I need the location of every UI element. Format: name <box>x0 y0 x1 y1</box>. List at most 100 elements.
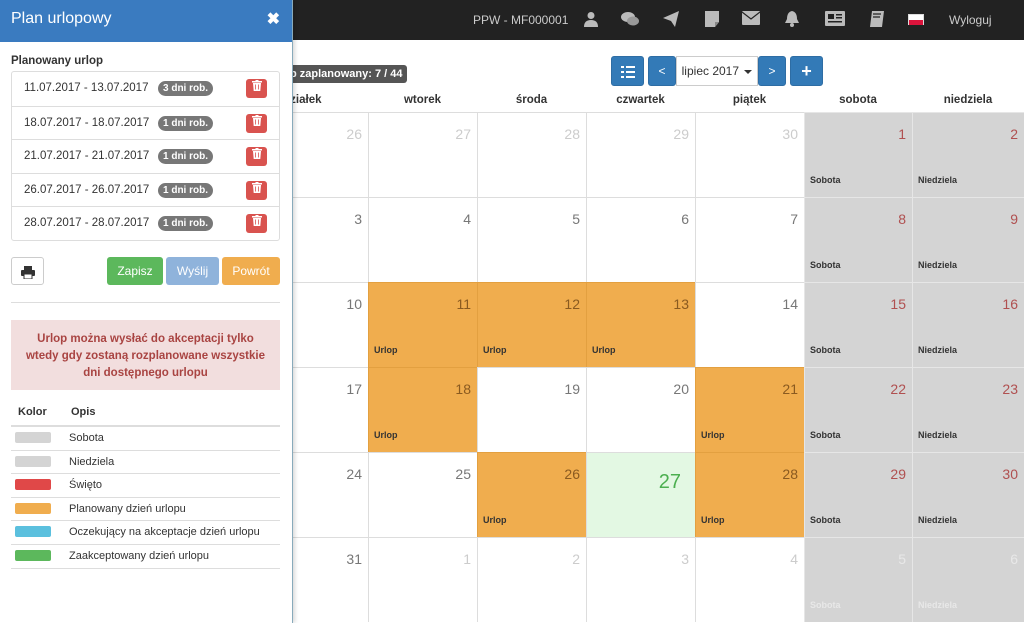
day-number: 8 <box>898 211 906 227</box>
trash-icon[interactable] <box>246 180 267 200</box>
legend-row: Zaakceptowany dzień urlopu <box>11 545 280 569</box>
calendar-day[interactable]: 16 Niedziela <box>912 282 1024 367</box>
trash-icon[interactable] <box>246 214 267 234</box>
calendar-day[interactable]: 5 Sobota <box>804 537 912 622</box>
day-label: Urlop <box>374 345 398 355</box>
day-number: 30 <box>1002 466 1018 482</box>
close-icon[interactable]: ✖ <box>267 9 280 29</box>
day-number: 24 <box>346 466 362 482</box>
calendar-day[interactable]: 1 Sobota <box>804 112 912 197</box>
workdays-badge: 1 dni rob. <box>158 115 213 131</box>
calendar-day[interactable]: 4 <box>695 537 804 622</box>
calendar-day-today[interactable]: 27 <box>586 452 695 537</box>
next-month-button[interactable]: > <box>758 56 786 86</box>
vacation-plan-panel: Plan urlopowy ✖ Planowany urlop 11.07.20… <box>0 0 293 623</box>
workdays-badge: 3 dni rob. <box>158 81 213 96</box>
calendar-day[interactable]: 2 <box>477 537 586 622</box>
day-number: 27 <box>455 126 471 142</box>
day-label: Niedziela <box>918 600 958 610</box>
calendar-day[interactable]: 15 Sobota <box>804 282 912 367</box>
calendar-day[interactable]: 1 <box>368 537 477 622</box>
day-label: Urlop <box>592 345 616 355</box>
calendar-day[interactable]: 14 <box>695 282 804 367</box>
week-row: 26 27 28 29 30 1 Sobota 2 Niedziela <box>220 112 1024 197</box>
calendar-day[interactable]: 22 Sobota <box>804 367 912 452</box>
calendar-day[interactable]: 5 <box>477 197 586 282</box>
day-number: 28 <box>782 466 798 482</box>
legend-color-header: Kolor <box>18 406 47 418</box>
calendar-day[interactable]: 6 <box>586 197 695 282</box>
send-button[interactable]: Wyślij <box>166 257 219 285</box>
color-swatch <box>15 455 51 467</box>
calendar-day[interactable]: 23 Niedziela <box>912 367 1024 452</box>
envelope-icon[interactable] <box>741 11 761 29</box>
book-icon[interactable] <box>868 11 886 29</box>
day-number: 29 <box>890 466 906 482</box>
trash-icon[interactable] <box>246 113 267 133</box>
workdays-badge: 1 dni rob. <box>158 216 213 232</box>
calendar-day[interactable]: 30 Niedziela <box>912 452 1024 537</box>
month-select[interactable]: lipiec 2017 <box>676 56 758 86</box>
calendar-day[interactable]: 25 <box>368 452 477 537</box>
newspaper-icon[interactable] <box>825 11 845 29</box>
paper-plane-icon[interactable] <box>662 11 680 29</box>
week-row: 31 1 2 3 4 5 Sobota 6 Niedziela <box>220 537 1024 622</box>
calendar-day[interactable]: 28 Urlop <box>695 452 804 537</box>
logout-link[interactable]: Wyloguj <box>949 13 992 27</box>
weekday-label: piątek <box>732 94 767 106</box>
calendar-day[interactable]: 6 Niedziela <box>912 537 1024 622</box>
calendar-day[interactable]: 18 Urlop <box>368 367 477 452</box>
legend-desc: Zaakceptowany dzień urlopu <box>69 549 210 562</box>
bell-icon[interactable] <box>783 11 801 29</box>
legend-desc-header: Opis <box>71 406 96 418</box>
day-label: Urlop <box>701 430 725 440</box>
planned-vacation-list: 11.07.2017 - 13.07.2017 3 dni rob. 18.07.2… <box>11 71 280 241</box>
add-button[interactable]: + <box>790 56 823 86</box>
print-button[interactable] <box>11 257 44 285</box>
calendar-day[interactable]: 26 Urlop <box>477 452 586 537</box>
day-number: 17 <box>346 381 362 397</box>
day-number: 25 <box>455 466 471 482</box>
calendar-day[interactable]: 7 <box>695 197 804 282</box>
calendar-day[interactable]: 29 Sobota <box>804 452 912 537</box>
calendar-day[interactable]: 4 <box>368 197 477 282</box>
comments-icon[interactable] <box>621 11 639 29</box>
polish-flag-icon[interactable] <box>908 14 924 25</box>
day-number: 10 <box>346 296 362 312</box>
day-label: Sobota <box>810 430 841 440</box>
day-number: 11 <box>456 296 471 312</box>
week-row: 24 25 26 Urlop 27 28 Urlop 29 Sobota 30 Niedziela <box>220 452 1024 537</box>
calendar-day[interactable]: 11 Urlop <box>368 282 477 367</box>
calendar-day[interactable]: 29 <box>586 112 695 197</box>
user-icon[interactable] <box>582 11 600 29</box>
calendar-day[interactable]: 13 Urlop <box>586 282 695 367</box>
info-alert: Urlop można wysłać do akceptacji tylko w… <box>11 320 280 390</box>
vacation-range: 26.07.2017 - 26.07.2017 <box>24 183 150 196</box>
calendar-day[interactable]: 27 <box>368 112 477 197</box>
calendar-day[interactable]: 28 <box>477 112 586 197</box>
trash-icon[interactable] <box>246 79 267 98</box>
calendar-day[interactable]: 8 Sobota <box>804 197 912 282</box>
weekday-label: wtorek <box>403 94 442 106</box>
calendar-day[interactable]: 12 Urlop <box>477 282 586 367</box>
day-number: 27 <box>658 471 681 493</box>
calendar-day[interactable]: 20 <box>586 367 695 452</box>
list-view-button[interactable] <box>611 56 644 86</box>
calendar-day[interactable]: 3 <box>586 537 695 622</box>
calendar-day[interactable]: 9 Niedziela <box>912 197 1024 282</box>
brand-label[interactable]: PPW - MF000001 <box>473 13 568 27</box>
back-button[interactable]: Powrót <box>222 257 280 285</box>
day-label: Niedziela <box>918 175 958 185</box>
day-number: 9 <box>1010 211 1018 227</box>
prev-month-button[interactable]: < <box>648 56 676 86</box>
calendar-day[interactable]: 19 <box>477 367 586 452</box>
note-icon[interactable] <box>703 11 721 29</box>
calendar-day[interactable]: 30 <box>695 112 804 197</box>
save-button[interactable]: Zapisz <box>107 257 163 285</box>
week-row: 10 11 Urlop 12 Urlop 13 Urlop 14 15 Sobota 16 Niedz… <box>220 282 1024 367</box>
calendar-day[interactable]: 2 Niedziela <box>912 112 1024 197</box>
trash-icon[interactable] <box>246 147 267 167</box>
day-label: Urlop <box>483 515 507 525</box>
legend-desc: Planowany dzień urlopu <box>69 502 186 515</box>
calendar-day[interactable]: 21 Urlop <box>695 367 804 452</box>
